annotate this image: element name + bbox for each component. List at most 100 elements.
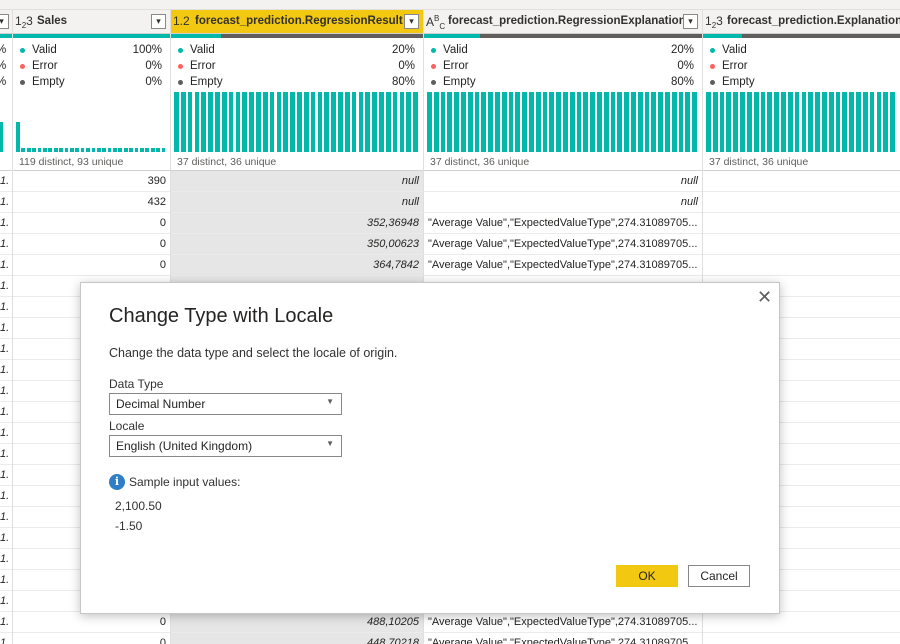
close-icon[interactable]: ✕ [757,287,772,308]
table-cell[interactable]: 0 [13,633,170,644]
table-cell[interactable]: 1. [0,234,12,255]
distribution-bar [712,92,718,152]
table-cell[interactable]: 1. [0,528,12,549]
decimal-type-icon[interactable]: 1.2 [173,14,190,28]
table-cell[interactable]: null [171,192,423,213]
table-cell[interactable]: 1. [0,171,12,192]
column-header-regression-result[interactable]: 1.2 forecast_prediction.RegressionResult… [171,10,423,34]
table-cell[interactable]: null [424,171,702,192]
table-cell[interactable] [703,192,900,213]
data-type-select[interactable]: Decimal Number ▼ [109,393,342,415]
distribution-bar [208,92,213,152]
distribution-bar [118,148,123,152]
column-header-regression-explanation[interactable]: ABC forecast_prediction.RegressionExplan… [424,10,702,34]
distribution-summary: 119 distinct, 93 unique [19,156,124,168]
table-cell[interactable]: 1. [0,213,12,234]
whole-number-type-icon[interactable]: 123 [15,14,33,30]
table-cell[interactable]: 0 [13,213,170,234]
distribution-bar [876,92,882,152]
table-cell[interactable]: "Average Value","ExpectedValueType",274.… [424,213,702,234]
table-cell[interactable] [703,171,900,192]
table-cell[interactable]: 1. [0,612,12,633]
distribution-bar [808,92,814,152]
distribution-bar [385,92,391,152]
table-cell[interactable]: 1. [0,570,12,591]
table-cell[interactable]: 0 [13,255,170,276]
table-cell[interactable]: 488,10205 [171,612,423,633]
table-cell[interactable]: null [424,192,702,213]
table-cell[interactable]: 1. [0,276,12,297]
table-cell[interactable]: 1. [0,360,12,381]
table-cell[interactable]: "Average Value","ExpectedValueType",274.… [424,255,702,276]
table-cell[interactable]: 1. [0,318,12,339]
table-cell[interactable]: 352,36948 [171,213,423,234]
table-cell[interactable]: 0 [13,612,170,633]
distribution-bar [706,92,711,152]
locale-select[interactable]: English (United Kingdom) ▼ [109,435,342,457]
table-cell[interactable]: 1. [0,402,12,423]
table-cell[interactable] [703,612,900,633]
distribution-bar [461,92,466,152]
table-cell[interactable]: 1. [0,591,12,612]
chevron-down-icon[interactable]: ▾ [404,14,419,29]
table-cell[interactable]: 0 [13,234,170,255]
chevron-down-icon: ▼ [326,397,334,406]
distribution-bar [842,92,848,152]
distribution-bar [515,92,521,152]
table-cell[interactable] [703,255,900,276]
quality-bar [424,34,702,38]
chevron-down-icon[interactable]: ▾ [0,14,9,29]
table-cell[interactable]: 1. [0,255,12,276]
ok-button[interactable]: OK [616,565,678,587]
column-quality: Valid Error Empty [709,42,892,90]
table-cell[interactable]: 432 [13,192,170,213]
column-header-explanation-ind[interactable]: 123 forecast_prediction.ExplanationInd [703,10,900,34]
table-cell[interactable]: 1. [0,507,12,528]
distribution-bar [102,148,107,152]
table-cell[interactable]: 350,00623 [171,234,423,255]
chevron-down-icon[interactable]: ▾ [151,14,166,29]
table-cell[interactable]: 1. [0,423,12,444]
table-cell[interactable]: 448,70218 [171,633,423,644]
table-cell[interactable]: 1. [0,297,12,318]
column-quality: % % % [0,42,12,90]
distribution-bar [440,92,446,152]
value-distribution [0,92,12,152]
table-cell[interactable]: 1. [0,486,12,507]
cancel-button[interactable]: Cancel [688,565,750,587]
valid-dot-icon [178,48,183,53]
column-header[interactable]: ▾ [0,10,12,34]
text-type-icon[interactable]: ABC [426,14,445,31]
table-cell[interactable]: 1. [0,633,12,644]
table-cell[interactable]: null [171,171,423,192]
distribution-bar [42,148,47,152]
table-cell[interactable] [703,234,900,255]
table-cell[interactable]: 1. [0,549,12,570]
table-cell[interactable] [703,213,900,234]
table-cell[interactable]: "Average Value","ExpectedValueType",274.… [424,234,702,255]
distribution-bar [590,92,595,152]
table-cell[interactable]: "Average Value","ExpectedValueType",274.… [424,633,702,644]
whole-number-type-icon[interactable]: 123 [705,14,723,30]
table-cell[interactable]: 1. [0,444,12,465]
value-distribution [16,92,167,152]
table-cell[interactable]: 1. [0,381,12,402]
data-type-value: Decimal Number [116,397,206,411]
distribution-bar [113,148,117,152]
column-header-sales[interactable]: 123 Sales ▾ [13,10,170,34]
table-cell[interactable] [703,633,900,644]
valid-dot-icon [20,48,25,53]
table-cell[interactable]: 1. [0,339,12,360]
distribution-bar [665,92,670,152]
distribution-bar [597,92,602,152]
table-cell[interactable]: 1. [0,465,12,486]
column-name: forecast_prediction.ExplanationInd [727,15,900,27]
chevron-down-icon: ▼ [326,439,334,448]
table-cell[interactable]: "Average Value","ExpectedValueType",274.… [424,612,702,633]
distribution-summary: 37 distinct, 36 unique [177,156,277,168]
table-cell[interactable]: 364,7842 [171,255,423,276]
table-cell[interactable]: 390 [13,171,170,192]
table-cell[interactable]: 1. [0,192,12,213]
chevron-down-icon[interactable]: ▾ [683,14,698,29]
distribution-bar [760,92,766,152]
